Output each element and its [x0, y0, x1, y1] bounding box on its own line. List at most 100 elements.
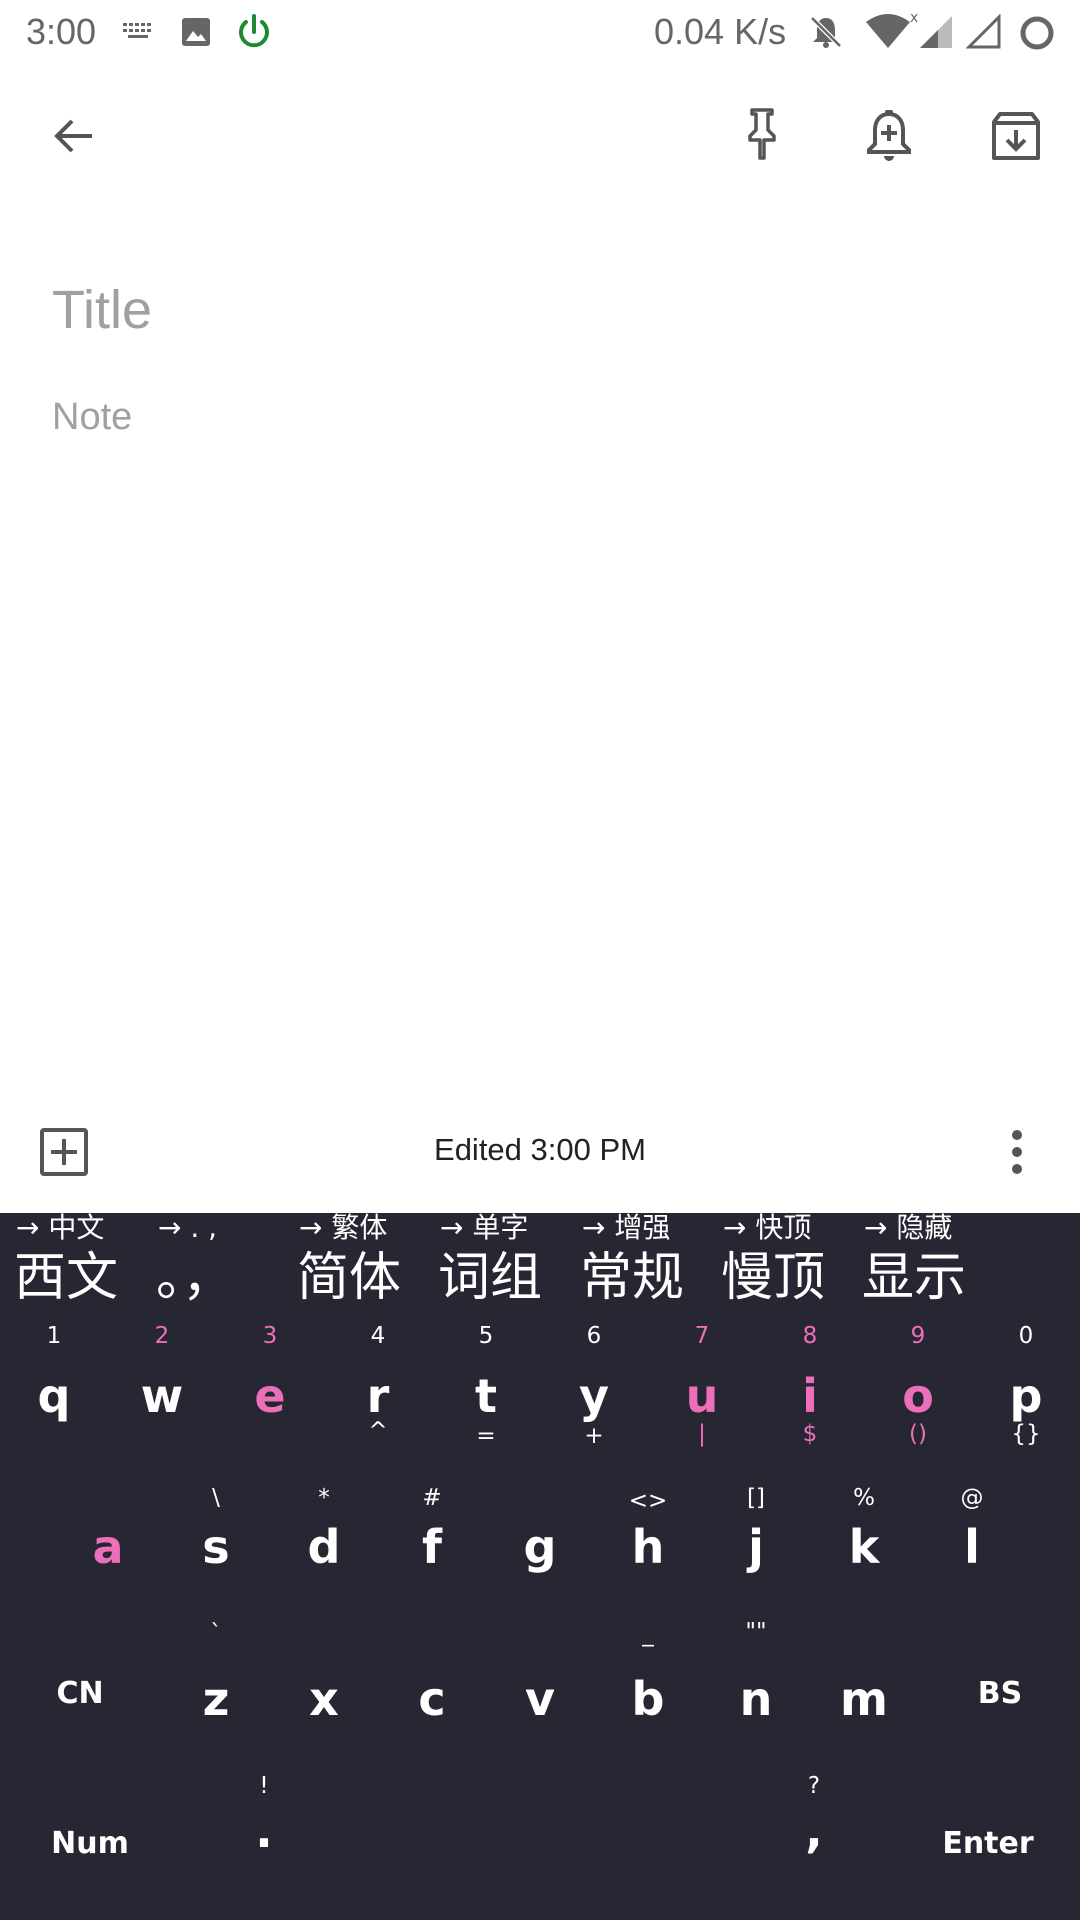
key-h-letter[interactable]: h	[608, 1521, 688, 1573]
toggle-hint: → 快顶	[723, 1211, 812, 1244]
toggle-label: 词组	[438, 1248, 543, 1308]
toggle-enhance[interactable]: → 增强 常规	[580, 1213, 700, 1313]
key-r-number: 4	[370, 1323, 386, 1349]
key-j-symbol: []	[747, 1485, 765, 1511]
key-q-letter: q	[37, 1369, 71, 1423]
key-a-letter[interactable]: a	[68, 1521, 148, 1573]
toggle-hint: → 增强	[582, 1211, 671, 1244]
wifi-icon: x	[866, 12, 918, 48]
key-e-letter[interactable]: e	[230, 1370, 310, 1422]
key-e-number: 3	[262, 1323, 278, 1349]
key-u-symbol: |	[698, 1421, 706, 1447]
key-s-symbol-2: `	[210, 1621, 222, 1647]
pin-icon	[748, 108, 776, 160]
network-speed: 0.04 K/s	[654, 11, 787, 52]
key-j-letter[interactable]: j	[716, 1521, 796, 1573]
key-p-symbol: {}	[1011, 1421, 1041, 1447]
key-u-letter[interactable]: u	[662, 1370, 742, 1422]
key-j-symbol-2: ""	[745, 1619, 767, 1645]
key-n-letter[interactable]: n	[716, 1673, 796, 1725]
more-vert-icon	[1012, 1130, 1022, 1174]
reminder-icon	[867, 110, 911, 161]
circle-icon	[1020, 16, 1054, 50]
comma-key[interactable]: ,	[774, 1805, 854, 1857]
key-p-letter[interactable]: p	[986, 1370, 1066, 1422]
enter-key[interactable]: Enter	[918, 1827, 1058, 1861]
key-f-symbol: #	[422, 1485, 442, 1511]
toggle-hint: → 单字	[440, 1211, 529, 1244]
toggle-label: 显示	[862, 1248, 967, 1308]
key-d-symbol: *	[318, 1485, 330, 1511]
toggle-hint: → 隐藏	[864, 1211, 953, 1244]
toggle-label: 常规	[580, 1248, 685, 1308]
key-q-number: 1	[46, 1323, 62, 1349]
title-input[interactable]: Title	[52, 270, 152, 350]
ime-keyboard: → 中文 西文 → . , 。， → 繁体 简体 → 单字 词组 → 增强 常规…	[0, 1213, 1080, 1920]
toggle-label: 慢顶	[721, 1248, 826, 1308]
reminder-button[interactable]	[853, 100, 925, 172]
key-s-symbol: \	[212, 1485, 220, 1511]
key-y-symbol: +	[584, 1423, 604, 1449]
key-l-letter[interactable]: l	[932, 1521, 1012, 1573]
key-s-letter[interactable]: s	[176, 1521, 256, 1573]
key-y-number: 6	[586, 1323, 602, 1349]
key-t-number: 5	[478, 1323, 494, 1349]
key-p-number: 0	[1018, 1323, 1034, 1349]
signal-icon	[920, 16, 952, 48]
key-k-letter[interactable]: k	[824, 1521, 904, 1573]
key-u-number: 7	[694, 1323, 710, 1349]
key-i-number: 8	[802, 1323, 818, 1349]
toggle-commit-speed[interactable]: → 快顶 慢顶	[721, 1213, 841, 1313]
key-d-letter[interactable]: d	[284, 1521, 364, 1573]
key-i-letter[interactable]: i	[770, 1370, 850, 1422]
key-x-letter[interactable]: x	[284, 1673, 364, 1725]
toggle-hint: → . ,	[158, 1211, 218, 1244]
toggle-language[interactable]: → 中文 西文	[14, 1213, 134, 1313]
toggle-script[interactable]: → 繁体 简体	[297, 1213, 417, 1313]
key-y-letter[interactable]: y	[554, 1370, 634, 1422]
key-l-symbol: @	[960, 1485, 984, 1511]
key-w-letter[interactable]: w	[122, 1370, 202, 1422]
toggle-word-mode[interactable]: → 单字 词组	[438, 1213, 558, 1313]
key-o-letter[interactable]: o	[878, 1370, 958, 1422]
toggle-label: 简体	[297, 1248, 402, 1308]
toggle-label: 。，	[156, 1248, 235, 1308]
toggle-visibility[interactable]: → 隐藏 显示	[862, 1213, 982, 1313]
num-key[interactable]: Num	[20, 1827, 160, 1861]
pin-button[interactable]	[726, 98, 798, 170]
comma-key-symbol: ?	[807, 1773, 821, 1799]
period-key[interactable]: .	[224, 1805, 304, 1857]
more-options-button[interactable]	[1000, 1126, 1034, 1178]
archive-button[interactable]	[980, 100, 1052, 172]
edited-timestamp: Edited 3:00 PM	[434, 1132, 646, 1167]
key-c-letter[interactable]: c	[392, 1673, 472, 1725]
key-f-letter[interactable]: f	[392, 1521, 472, 1573]
backspace-key[interactable]: BS	[930, 1677, 1070, 1711]
keyboard-icon	[123, 23, 151, 38]
key-w-number: 2	[154, 1323, 170, 1349]
key-o-symbol: ()	[909, 1421, 927, 1447]
toggle-hint: → 中文	[16, 1211, 105, 1244]
key-h-symbol-2: _	[642, 1621, 654, 1647]
key-m-letter[interactable]: m	[824, 1673, 904, 1725]
back-button[interactable]	[38, 100, 110, 172]
notifications-off-icon	[810, 16, 842, 48]
status-time: 3:00	[26, 11, 97, 52]
key-z-letter[interactable]: z	[176, 1673, 256, 1725]
toggle-punctuation[interactable]: → . , 。，	[156, 1213, 276, 1313]
key-g-letter[interactable]: g	[500, 1521, 580, 1573]
note-input[interactable]: Note	[52, 392, 132, 442]
power-icon	[239, 14, 269, 48]
archive-icon	[992, 112, 1040, 160]
toggle-label: 西文	[14, 1248, 119, 1308]
toggle-hint: → 繁体	[299, 1211, 388, 1244]
key-v-letter[interactable]: v	[500, 1673, 580, 1725]
key-h-symbol: <>	[628, 1488, 668, 1514]
cn-key[interactable]: CN	[10, 1677, 150, 1711]
key-t-symbol: =	[476, 1423, 496, 1449]
key-b-letter[interactable]: b	[608, 1673, 688, 1725]
key-k-symbol: %	[853, 1485, 875, 1511]
period-key-symbol: !	[259, 1773, 269, 1799]
key-t-letter[interactable]: t	[446, 1370, 526, 1422]
key-r-letter[interactable]: r	[338, 1370, 418, 1422]
